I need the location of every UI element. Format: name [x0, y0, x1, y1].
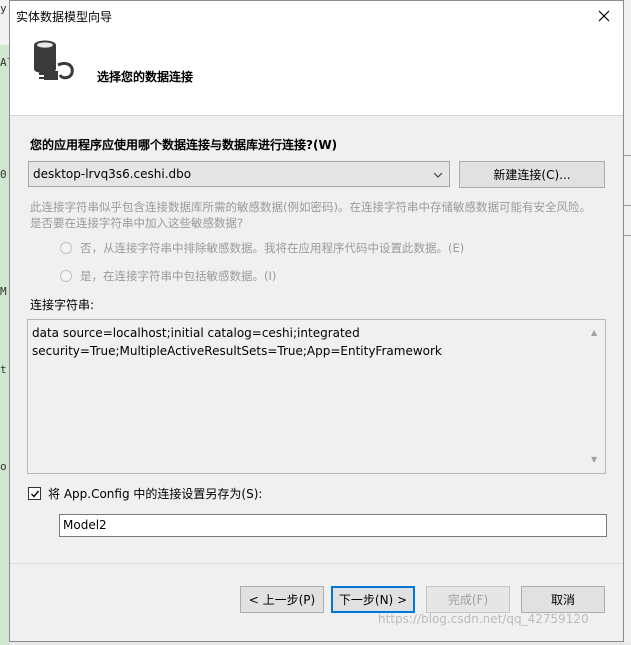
connection-string-value: data source=localhost;initial catalog=ce…: [32, 326, 442, 358]
next-button[interactable]: 下一步(N) >: [331, 586, 415, 613]
save-config-label: 将 App.Config 中的连接设置另存为(S):: [48, 487, 263, 501]
background-ide-right: [623, 0, 631, 642]
connection-dropdown[interactable]: desktop-lrvq3s6.ceshi.dbo: [28, 161, 450, 187]
scroll-up-icon[interactable]: ▲: [591, 324, 597, 342]
radio-button[interactable]: [60, 270, 72, 282]
background-glyph: t: [0, 363, 7, 376]
cancel-button[interactable]: 取消: [521, 586, 605, 613]
connection-question-label: 您的应用程序应使用哪个数据连接与数据库进行连接?(W): [30, 138, 338, 152]
exclude-sensitive-option[interactable]: 否，从连接字符串中排除敏感数据。我将在应用程序代码中设置此数据。(E): [60, 240, 464, 256]
radio-button[interactable]: [60, 242, 72, 254]
config-name-input[interactable]: Model2: [59, 514, 607, 537]
background-glyph: M: [0, 285, 7, 298]
save-config-checkbox[interactable]: [28, 487, 41, 500]
include-sensitive-option[interactable]: 是，在连接字符串中包括敏感数据。(I): [60, 268, 276, 284]
save-config-option[interactable]: 将 App.Config 中的连接设置另存为(S):: [28, 485, 262, 502]
new-connection-button[interactable]: 新建连接(C)...: [459, 161, 605, 188]
background-line: [624, 155, 631, 156]
background-glyph: 0: [0, 168, 7, 181]
wizard-step-title: 选择您的数据连接: [97, 70, 194, 84]
connection-string-textbox[interactable]: data source=localhost;initial catalog=ce…: [27, 319, 606, 474]
background-glyph: o: [0, 460, 7, 473]
dialog-title: 实体数据模型向导: [16, 10, 113, 24]
close-icon: [598, 10, 610, 22]
back-button[interactable]: < 上一步(P): [240, 586, 324, 613]
exclude-sensitive-label: 否，从连接字符串中排除敏感数据。我将在应用程序代码中设置此数据。(E): [80, 241, 465, 255]
connection-string-label: 连接字符串:: [30, 298, 95, 312]
title-bar: 实体数据模型向导: [10, 1, 623, 31]
background-line: [624, 235, 631, 236]
chevron-down-icon: [433, 172, 443, 178]
database-connection-icon: [34, 40, 74, 80]
background-green-margin: [0, 45, 9, 645]
entity-data-model-wizard-dialog: 实体数据模型向导 选择您的数据连接 您的应用程序应使用哪个数据连接与数据库进行连…: [9, 0, 624, 642]
close-button[interactable]: [591, 3, 617, 29]
background-glyph: y: [0, 2, 7, 15]
checkmark-icon: [30, 490, 39, 498]
scroll-down-icon[interactable]: ▼: [591, 451, 597, 469]
include-sensitive-label: 是，在连接字符串中包括敏感数据。(I): [80, 269, 277, 283]
sensitive-data-warning: 此连接字符串似乎包含连接数据库所需的敏感数据(例如密码)。在连接字符串中存储敏感…: [30, 200, 591, 230]
watermark: https://blog.csdn.net/qq_42759120: [378, 612, 589, 626]
vertical-scrollbar[interactable]: ▲ ▼: [588, 321, 604, 472]
wizard-header: 选择您的数据连接: [10, 31, 623, 116]
background-line: [624, 205, 631, 206]
connection-selected-value: desktop-lrvq3s6.ceshi.dbo: [33, 167, 192, 181]
footer-separator: [10, 563, 623, 564]
finish-button[interactable]: 完成(F): [426, 586, 510, 613]
